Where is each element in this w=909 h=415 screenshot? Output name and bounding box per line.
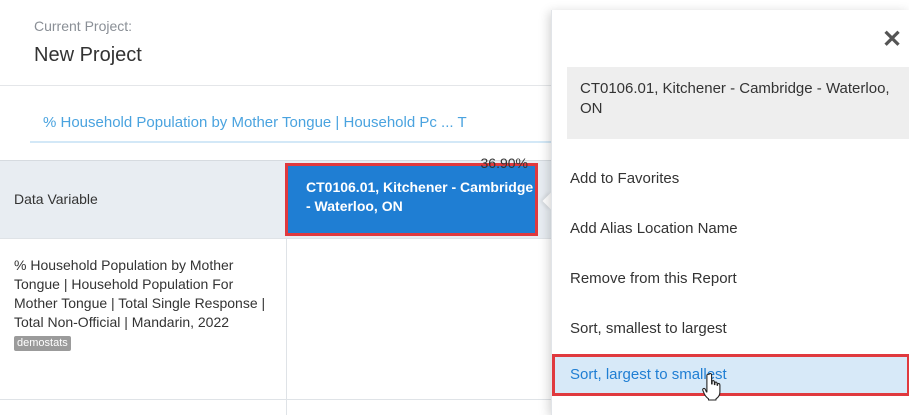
table-row-variable: % Household Population by Mother Tongue … (14, 256, 276, 351)
table-cell-value: 36.90% (480, 155, 528, 171)
popup-location-name: CT0106.01, Kitchener - Cambridge - Water… (567, 67, 909, 139)
column-divider (286, 238, 287, 415)
menu-item-sort-smallest-to-largest[interactable]: Sort, smallest to largest (570, 320, 727, 337)
variable-tab-link[interactable]: % Household Population by Mother Tongue … (43, 114, 543, 131)
hand-pointer-icon (702, 373, 721, 401)
current-project-label: Current Project: (34, 18, 133, 34)
variable-description: % Household Population by Mother Tongue … (14, 257, 266, 330)
row-divider (0, 238, 560, 239)
location-column-header-button[interactable]: CT0106.01, Kitchener - Cambridge - Water… (285, 163, 538, 236)
project-header: Current Project: New Project % Household… (0, 0, 560, 160)
row-divider-bottom (0, 399, 560, 400)
project-name: New Project (34, 44, 142, 66)
data-variable-header-label: Data Variable (14, 191, 98, 207)
close-icon[interactable]: ✕ (882, 28, 902, 52)
tab-underline (30, 141, 560, 143)
data-variable-header: Data Variable (0, 160, 286, 238)
header-divider (0, 85, 560, 86)
menu-item-remove-from-report[interactable]: Remove from this Report (570, 270, 737, 287)
source-badge: demostats (14, 336, 71, 351)
menu-item-add-to-favorites[interactable]: Add to Favorites (570, 170, 679, 187)
location-context-menu: ✕ CT0106.01, Kitchener - Cambridge - Wat… (551, 10, 909, 415)
menu-item-add-alias-location-name[interactable]: Add Alias Location Name (570, 220, 738, 237)
